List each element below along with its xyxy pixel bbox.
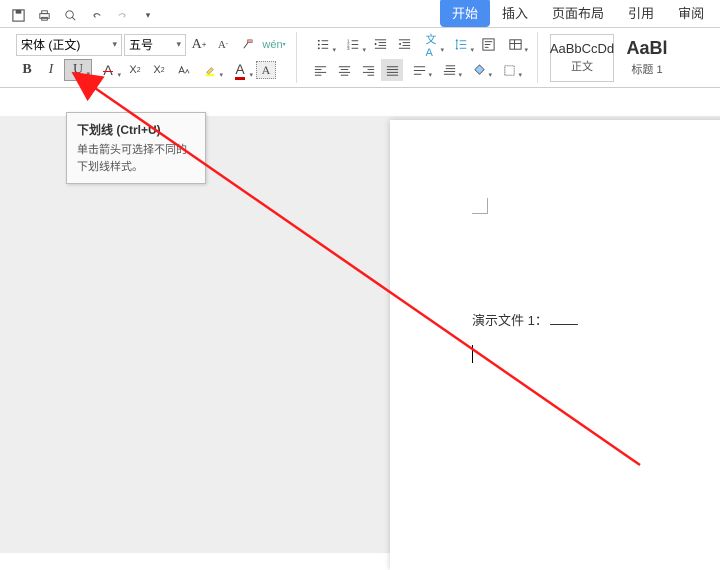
undo-icon[interactable] [84,4,108,26]
show-marks-button[interactable]: ▾ [501,34,529,56]
justify-button[interactable] [381,59,403,81]
sort-button[interactable] [477,34,499,56]
superscript-button[interactable]: X2 [124,59,146,81]
clear-format-button[interactable] [236,34,258,56]
strikethrough-button[interactable]: A▾ [94,59,122,81]
increase-indent-button[interactable] [393,34,415,56]
svg-text:3: 3 [346,46,349,51]
chevron-down-icon: ▾ [458,71,462,79]
distribute-button[interactable]: ▾ [405,59,433,81]
align-left-button[interactable] [309,59,331,81]
tooltip-body: 单击箭头可选择不同的下划线样式。 [77,142,195,175]
preview-icon[interactable] [58,4,82,26]
decrease-font-button[interactable]: A- [212,34,234,56]
font-color-button[interactable]: A▾ [226,59,254,81]
tab-insert[interactable]: 插入 [490,0,540,27]
chevron-down-icon: ▾ [440,46,444,54]
style-normal[interactable]: AaBbCcDd 正文 [550,34,614,82]
font-name-input[interactable]: 宋体 (正文) ▾ [16,34,122,56]
font-name-value: 宋体 (正文) [21,36,80,53]
chevron-down-icon: ▾ [470,46,474,54]
italic-button[interactable]: I [40,59,62,81]
chevron-down-icon: ▾ [112,39,117,50]
print-icon[interactable] [32,4,56,26]
subscript-button[interactable]: X2 [148,59,170,81]
chevron-down-icon: ▾ [176,39,181,50]
underline-tooltip: 下划线 (Ctrl+U) 单击箭头可选择不同的下划线样式。 [66,112,206,184]
increase-font-button[interactable]: A+ [188,34,210,56]
chevron-down-icon: ▾ [332,46,336,54]
line-spacing-button[interactable]: ▾ [447,34,475,56]
chevron-down-icon: ▾ [249,71,253,79]
underline-button[interactable]: U▾ [64,59,92,81]
indent-left-button[interactable]: ▾ [435,59,463,81]
chevron-down-icon: ▾ [488,71,492,79]
chevron-down-icon: ▾ [524,46,528,54]
decrease-indent-button[interactable] [369,34,391,56]
margin-indicator [472,198,488,214]
save-icon[interactable] [6,4,30,26]
chevron-down-icon: ▾ [86,70,90,78]
font-group: 宋体 (正文)▾ 五号▾ A+ A- wén▾ B I U▾ A▾ X2 X2 … [8,32,297,83]
qat-dropdown-icon[interactable]: ▾ [136,4,160,26]
style-heading1[interactable]: AaBl 标题 1 [618,34,676,82]
font-size-input[interactable]: 五号 ▾ [124,34,186,56]
tab-start[interactable]: 开始 [440,0,490,27]
bullets-button[interactable]: ▾ [309,34,337,56]
font-size-value: 五号 [129,36,153,53]
document-text: 演示文件 1： [472,310,578,329]
chevron-down-icon: ▾ [219,71,223,79]
shading-button[interactable]: ▾ [465,59,493,81]
paragraph-group: ▾ 123▾ 文A▾ ▾ ▾ ▾ ▾ ▾ ▾ [301,32,538,83]
char-border-button[interactable]: A [256,61,276,79]
document-page[interactable]: 演示文件 1： [390,120,720,570]
chevron-down-icon: ▾ [428,71,432,79]
chevron-down-icon: ▾ [518,71,522,79]
phonetic-button[interactable]: wén▾ [260,34,288,56]
bold-button[interactable]: B [16,59,38,81]
style-label: 正文 [571,58,593,74]
styles-group: AaBbCcDd 正文 AaBl 标题 1 [542,32,684,83]
change-case-button[interactable] [172,59,194,81]
tab-reference[interactable]: 引用 [616,0,666,27]
text-cursor [472,345,473,363]
align-right-button[interactable] [357,59,379,81]
tooltip-title: 下划线 (Ctrl+U) [77,121,195,138]
style-label: 标题 1 [631,61,662,77]
style-preview: AaBl [626,38,667,59]
numbering-button[interactable]: 123▾ [339,34,367,56]
text-direction-button[interactable]: 文A▾ [417,34,445,56]
borders-button[interactable]: ▾ [495,59,523,81]
highlight-button[interactable]: ▾ [196,59,224,81]
tab-layout[interactable]: 页面布局 [540,0,616,27]
align-center-button[interactable] [333,59,355,81]
chevron-down-icon: ▾ [117,71,121,79]
chevron-down-icon: ▾ [362,46,366,54]
style-preview: AaBbCcDd [550,41,614,56]
tab-review[interactable]: 审阅 [666,0,716,27]
redo-icon[interactable] [110,4,134,26]
